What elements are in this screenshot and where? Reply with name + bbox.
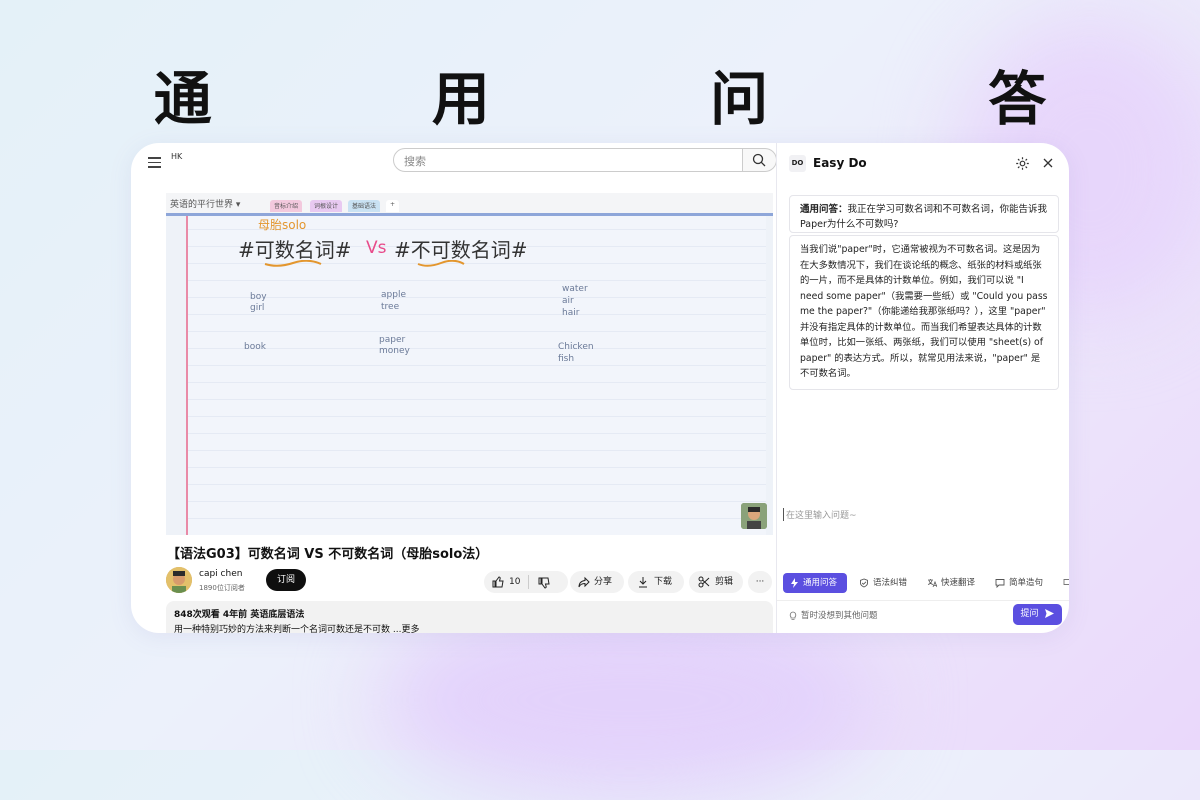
handwriting-heading: #不可数名词# bbox=[394, 238, 528, 262]
question-label: 通用问答： bbox=[800, 204, 848, 215]
divider bbox=[528, 575, 529, 589]
notebook-page: 母胎solo #可数名词# Vs #不可数名词# boy girl book a… bbox=[186, 216, 766, 535]
answer-card: 当我们说"paper"时，它通常被视为不可数名词。这是因为在大多数情况下，我们在… bbox=[789, 235, 1059, 390]
download-icon bbox=[639, 577, 647, 588]
chat-icon bbox=[995, 579, 1005, 588]
channel-name[interactable]: capi chen bbox=[199, 569, 242, 579]
notebook-tab: 词根设计 bbox=[310, 200, 343, 212]
word: paper bbox=[379, 335, 406, 345]
question-card: 通用问答：我正在学习可数名词和不可数名词，你能告诉我Paper为什么不可数吗? bbox=[789, 195, 1059, 233]
word: boy bbox=[250, 292, 267, 302]
search-input[interactable]: 搜索 bbox=[393, 148, 743, 172]
scissors-icon bbox=[698, 576, 710, 588]
notebook-tab: 基础语法 bbox=[348, 200, 381, 212]
word: girl bbox=[250, 303, 265, 313]
chip-grammar[interactable]: 语法纠错 bbox=[855, 573, 917, 593]
notebook-title: 英语的平行世界 ▾ bbox=[170, 200, 241, 210]
word: hair bbox=[562, 308, 580, 318]
close-icon[interactable] bbox=[1042, 157, 1054, 169]
handwriting-underline bbox=[417, 260, 465, 267]
app-logo: DO bbox=[789, 155, 806, 172]
share-icon bbox=[578, 576, 590, 588]
chip-label: 语法纠错 bbox=[873, 578, 908, 588]
more-button[interactable]: ··· bbox=[748, 571, 772, 593]
chip-label: 快速翻译 bbox=[941, 578, 976, 588]
app-title: Easy Do bbox=[813, 156, 867, 170]
like-icon[interactable] bbox=[492, 576, 504, 588]
notebook-tab: 音标介绍 bbox=[270, 200, 303, 212]
menu-icon[interactable] bbox=[148, 154, 161, 171]
search-button[interactable] bbox=[743, 148, 777, 172]
video-page: HK 搜索 英语的平行世界 ▾ 音标介绍 词根设计 基础语法 + 母胎solo … bbox=[131, 143, 777, 633]
video-title: 【语法G03】可数名词 VS 不可数名词（母胎solo法） bbox=[167, 547, 489, 562]
clip-label: 剪辑 bbox=[715, 577, 734, 587]
app-card: HK 搜索 英语的平行世界 ▾ 音标介绍 词根设计 基础语法 + 母胎solo … bbox=[131, 143, 1069, 633]
like-count: 10 bbox=[509, 577, 521, 587]
share-button[interactable]: 分享 bbox=[570, 571, 624, 593]
bulb-icon bbox=[789, 611, 797, 620]
handwriting-underline bbox=[264, 260, 322, 267]
send-icon bbox=[1045, 609, 1055, 618]
word: Chicken bbox=[558, 342, 594, 352]
word: air bbox=[562, 296, 574, 306]
subscribe-button[interactable]: 订阅 bbox=[266, 569, 306, 591]
gear-icon[interactable] bbox=[1015, 156, 1030, 171]
question-input[interactable]: 在这里输入问题~ bbox=[783, 508, 857, 521]
page-headline: 通 用 问 答 bbox=[153, 65, 1147, 133]
word: apple bbox=[381, 290, 406, 300]
word: tree bbox=[381, 302, 400, 312]
presenter-thumbnail bbox=[741, 503, 767, 529]
assistant-panel: DO Easy Do 通用问答：我正在学习可数名词和不可数名词，你能告诉我Pap… bbox=[776, 143, 1069, 633]
description-text: 用一种特别巧妙的方法来判断一个名词可数还是不可数 ...更多 bbox=[174, 625, 420, 633]
chip-general-qa[interactable]: 通用问答 bbox=[783, 573, 847, 593]
like-dislike-group: 10 bbox=[484, 571, 568, 593]
chip-sentence[interactable]: 简单造句 bbox=[991, 573, 1053, 593]
hint-text: 暂时没想到其他问题 bbox=[801, 611, 878, 621]
search-icon bbox=[752, 153, 766, 167]
handwriting-note: 母胎solo bbox=[258, 218, 307, 232]
word: water bbox=[562, 284, 588, 294]
translate-icon bbox=[927, 579, 937, 588]
chip-overflow[interactable] bbox=[1063, 573, 1069, 593]
divider bbox=[777, 600, 1069, 601]
download-label: 下载 bbox=[654, 577, 673, 587]
chip-label: 简单造句 bbox=[1009, 578, 1044, 588]
shield-check-icon bbox=[860, 578, 868, 588]
video-player[interactable]: 英语的平行世界 ▾ 音标介绍 词根设计 基础语法 + 母胎solo #可数名词#… bbox=[166, 193, 773, 535]
more-icon bbox=[1063, 579, 1069, 585]
description-meta: 848次观看 4年前 英语底层语法 bbox=[174, 610, 305, 620]
word: money bbox=[379, 346, 410, 356]
dislike-icon[interactable] bbox=[538, 577, 550, 589]
handwriting-vs: Vs bbox=[366, 238, 387, 258]
mode-chips: 通用问答 语法纠错 快速翻译 简单造句 bbox=[783, 573, 1069, 593]
channel-subscribers: 1890位订阅者 bbox=[199, 584, 245, 592]
word: book bbox=[244, 342, 266, 352]
ask-label: 提问 bbox=[1020, 609, 1039, 619]
handwriting-heading: #可数名词# bbox=[238, 238, 352, 262]
channel-avatar[interactable] bbox=[166, 567, 192, 593]
lightning-icon bbox=[791, 578, 798, 588]
site-logo[interactable]: HK bbox=[171, 152, 182, 161]
ask-button[interactable]: 提问 bbox=[1013, 604, 1062, 625]
notebook-tab: + bbox=[386, 200, 400, 212]
video-description[interactable]: 848次观看 4年前 英语底层语法 用一种特别巧妙的方法来判断一个名词可数还是不… bbox=[166, 601, 773, 633]
share-label: 分享 bbox=[594, 577, 613, 587]
download-button[interactable]: 下载 bbox=[628, 571, 684, 593]
word: fish bbox=[558, 354, 575, 364]
chip-label: 通用问答 bbox=[803, 578, 838, 588]
clip-button[interactable]: 剪辑 bbox=[689, 571, 743, 593]
chip-translate[interactable]: 快速翻译 bbox=[923, 573, 985, 593]
notebook-tabs: 英语的平行世界 ▾ 音标介绍 词根设计 基础语法 + bbox=[166, 193, 773, 214]
